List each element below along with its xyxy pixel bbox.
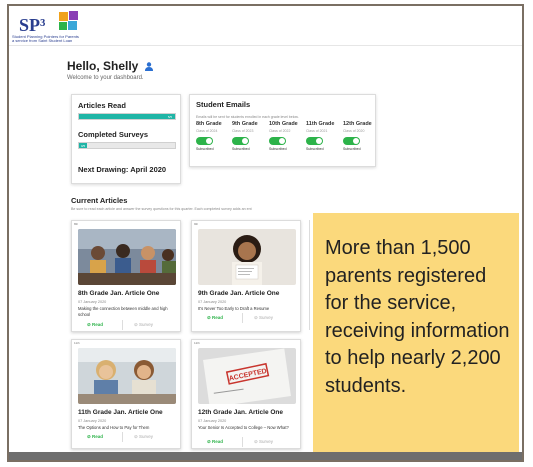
grade-label: 10th Grade [269, 121, 298, 127]
progress-card: Articles Read 5/5 Completed Surveys 0/5 … [71, 94, 181, 184]
grade-label: 12th Grade [343, 121, 372, 127]
subscribe-toggle[interactable] [196, 137, 213, 145]
stats-callout: More than 1,500 parents registered for t… [313, 213, 519, 460]
logo[interactable]: SP³ [19, 15, 45, 36]
student-emails-subtitle: Emails will be sent for students enrolle… [196, 115, 299, 119]
article-description: The Options and How to Pay for Them [78, 425, 150, 430]
article-card-8th[interactable]: 8th 8th Grade Jan. Article One 07 Januar… [71, 220, 181, 332]
next-drawing: Next Drawing: April 2020 [78, 165, 167, 174]
article-description: It's Never Too Early to Draft a Resume [198, 306, 270, 311]
article-image-resume[interactable] [198, 229, 296, 285]
grade-9-subscription: 9th Grade Class of 2023 Subscribed [232, 121, 266, 151]
articles-read-fill [79, 114, 175, 119]
screenshot-frame: SP³ Student Planning Pointers for Parent… [7, 4, 524, 462]
survey-button[interactable]: ⊘ Survey [254, 439, 273, 445]
article-date: 07 January 2020 [78, 419, 107, 423]
current-articles-subtitle: Be sure to read each article and answer … [71, 207, 252, 211]
article-description: Your Senior Is Accepted to College – Now… [198, 425, 289, 430]
logo-puzzle-icon [59, 11, 78, 30]
subscribe-toggle[interactable] [306, 137, 323, 145]
article-card-11th[interactable]: 11th 11th Grade Jan. Article One 07 Janu… [71, 339, 181, 449]
grade-badge: 8th [74, 222, 79, 226]
grade-badge: 12th [194, 341, 200, 345]
subscribe-toggle[interactable] [343, 137, 360, 145]
article-date: 07 January 2020 [198, 419, 227, 423]
class-label: Class of 2024 [196, 129, 218, 133]
articles-read-label: Articles Read [78, 101, 126, 110]
subscribe-toggle[interactable] [232, 137, 249, 145]
survey-button[interactable]: ⊘ Survey [134, 322, 153, 328]
grade-label: 11th Grade [306, 121, 335, 127]
subscription-status: Subscribed [232, 147, 250, 151]
article-title[interactable]: 8th Grade Jan. Article One [78, 290, 159, 297]
read-button[interactable]: ⊘ Read [87, 434, 103, 440]
welcome-text: Welcome to your dashboard. [67, 75, 144, 81]
logo-tagline: Student Planning Pointers for Parents a … [12, 34, 79, 44]
read-button[interactable]: ⊘ Read [87, 322, 103, 328]
grade-8-subscription: 8th Grade Class of 2024 Subscribed [196, 121, 230, 151]
article-date: 07 January 2020 [198, 300, 227, 304]
user-icon [144, 62, 153, 72]
completed-surveys-label: Completed Surveys [78, 130, 149, 139]
subscription-status: Subscribed [196, 147, 214, 151]
article-date: 07 January 2020 [78, 300, 107, 304]
class-label: Class of 2021 [306, 129, 328, 133]
completed-surveys-count: 0/5 [81, 144, 86, 148]
subscription-status: Subscribed [269, 147, 287, 151]
subscription-status: Subscribed [343, 147, 361, 151]
grade-12-subscription: 12th Grade Class of 2020 Subscribed [343, 121, 377, 151]
subscription-status: Subscribed [306, 147, 324, 151]
article-title[interactable]: 9th Grade Jan. Article One [198, 290, 279, 297]
student-emails-card: Student Emails Emails will be sent for s… [189, 94, 376, 167]
greeting: Hello, Shelly [67, 59, 139, 73]
class-label: Class of 2020 [343, 129, 365, 133]
class-label: Class of 2022 [269, 129, 291, 133]
grade-badge: 9th [194, 222, 199, 226]
callout-text: More than 1,500 parents registered for t… [325, 237, 510, 397]
grade-10-subscription: 10th Grade Class of 2022 Subscribed [269, 121, 303, 151]
footer-bar [9, 452, 522, 460]
article-title[interactable]: 12th Grade Jan. Article One [198, 409, 283, 416]
read-button[interactable]: ⊘ Read [207, 315, 223, 321]
read-button[interactable]: ⊘ Read [207, 439, 223, 445]
grade-badge: 11th [74, 341, 80, 345]
top-bar: SP³ Student Planning Pointers for Parent… [9, 6, 522, 46]
article-card-9th[interactable]: 9th 9th Grade Jan. Article One 07 Januar… [191, 220, 301, 332]
page-title: Hello, Shelly [67, 59, 153, 73]
articles-read-count: 5/5 [167, 115, 172, 119]
article-image-classroom[interactable] [78, 348, 176, 404]
survey-button[interactable]: ⊘ Survey [254, 315, 273, 321]
article-image-students[interactable] [78, 229, 176, 285]
class-label: Class of 2023 [232, 129, 254, 133]
articles-read-bar: 5/5 [78, 113, 176, 120]
dashboard-header: Hello, Shelly Welcome to your dashboard. [67, 59, 153, 81]
article-title[interactable]: 11th Grade Jan. Article One [78, 409, 163, 416]
article-image-accepted[interactable]: ACCEPTED [198, 348, 296, 404]
article-description: Making the connection between middle and… [78, 306, 168, 317]
subscribe-toggle[interactable] [269, 137, 286, 145]
grade-label: 8th Grade [196, 121, 222, 127]
survey-button[interactable]: ⊘ Survey [134, 434, 153, 440]
current-articles-title: Current Articles [71, 196, 128, 205]
grade-label: 9th Grade [232, 121, 258, 127]
article-card-12th[interactable]: 12th ACCEPTED 12th Grade Jan. Article On… [191, 339, 301, 449]
grade-11-subscription: 11th Grade Class of 2021 Subscribed [306, 121, 340, 151]
student-emails-title: Student Emails [196, 100, 251, 109]
completed-surveys-bar: 0/5 [78, 142, 176, 149]
